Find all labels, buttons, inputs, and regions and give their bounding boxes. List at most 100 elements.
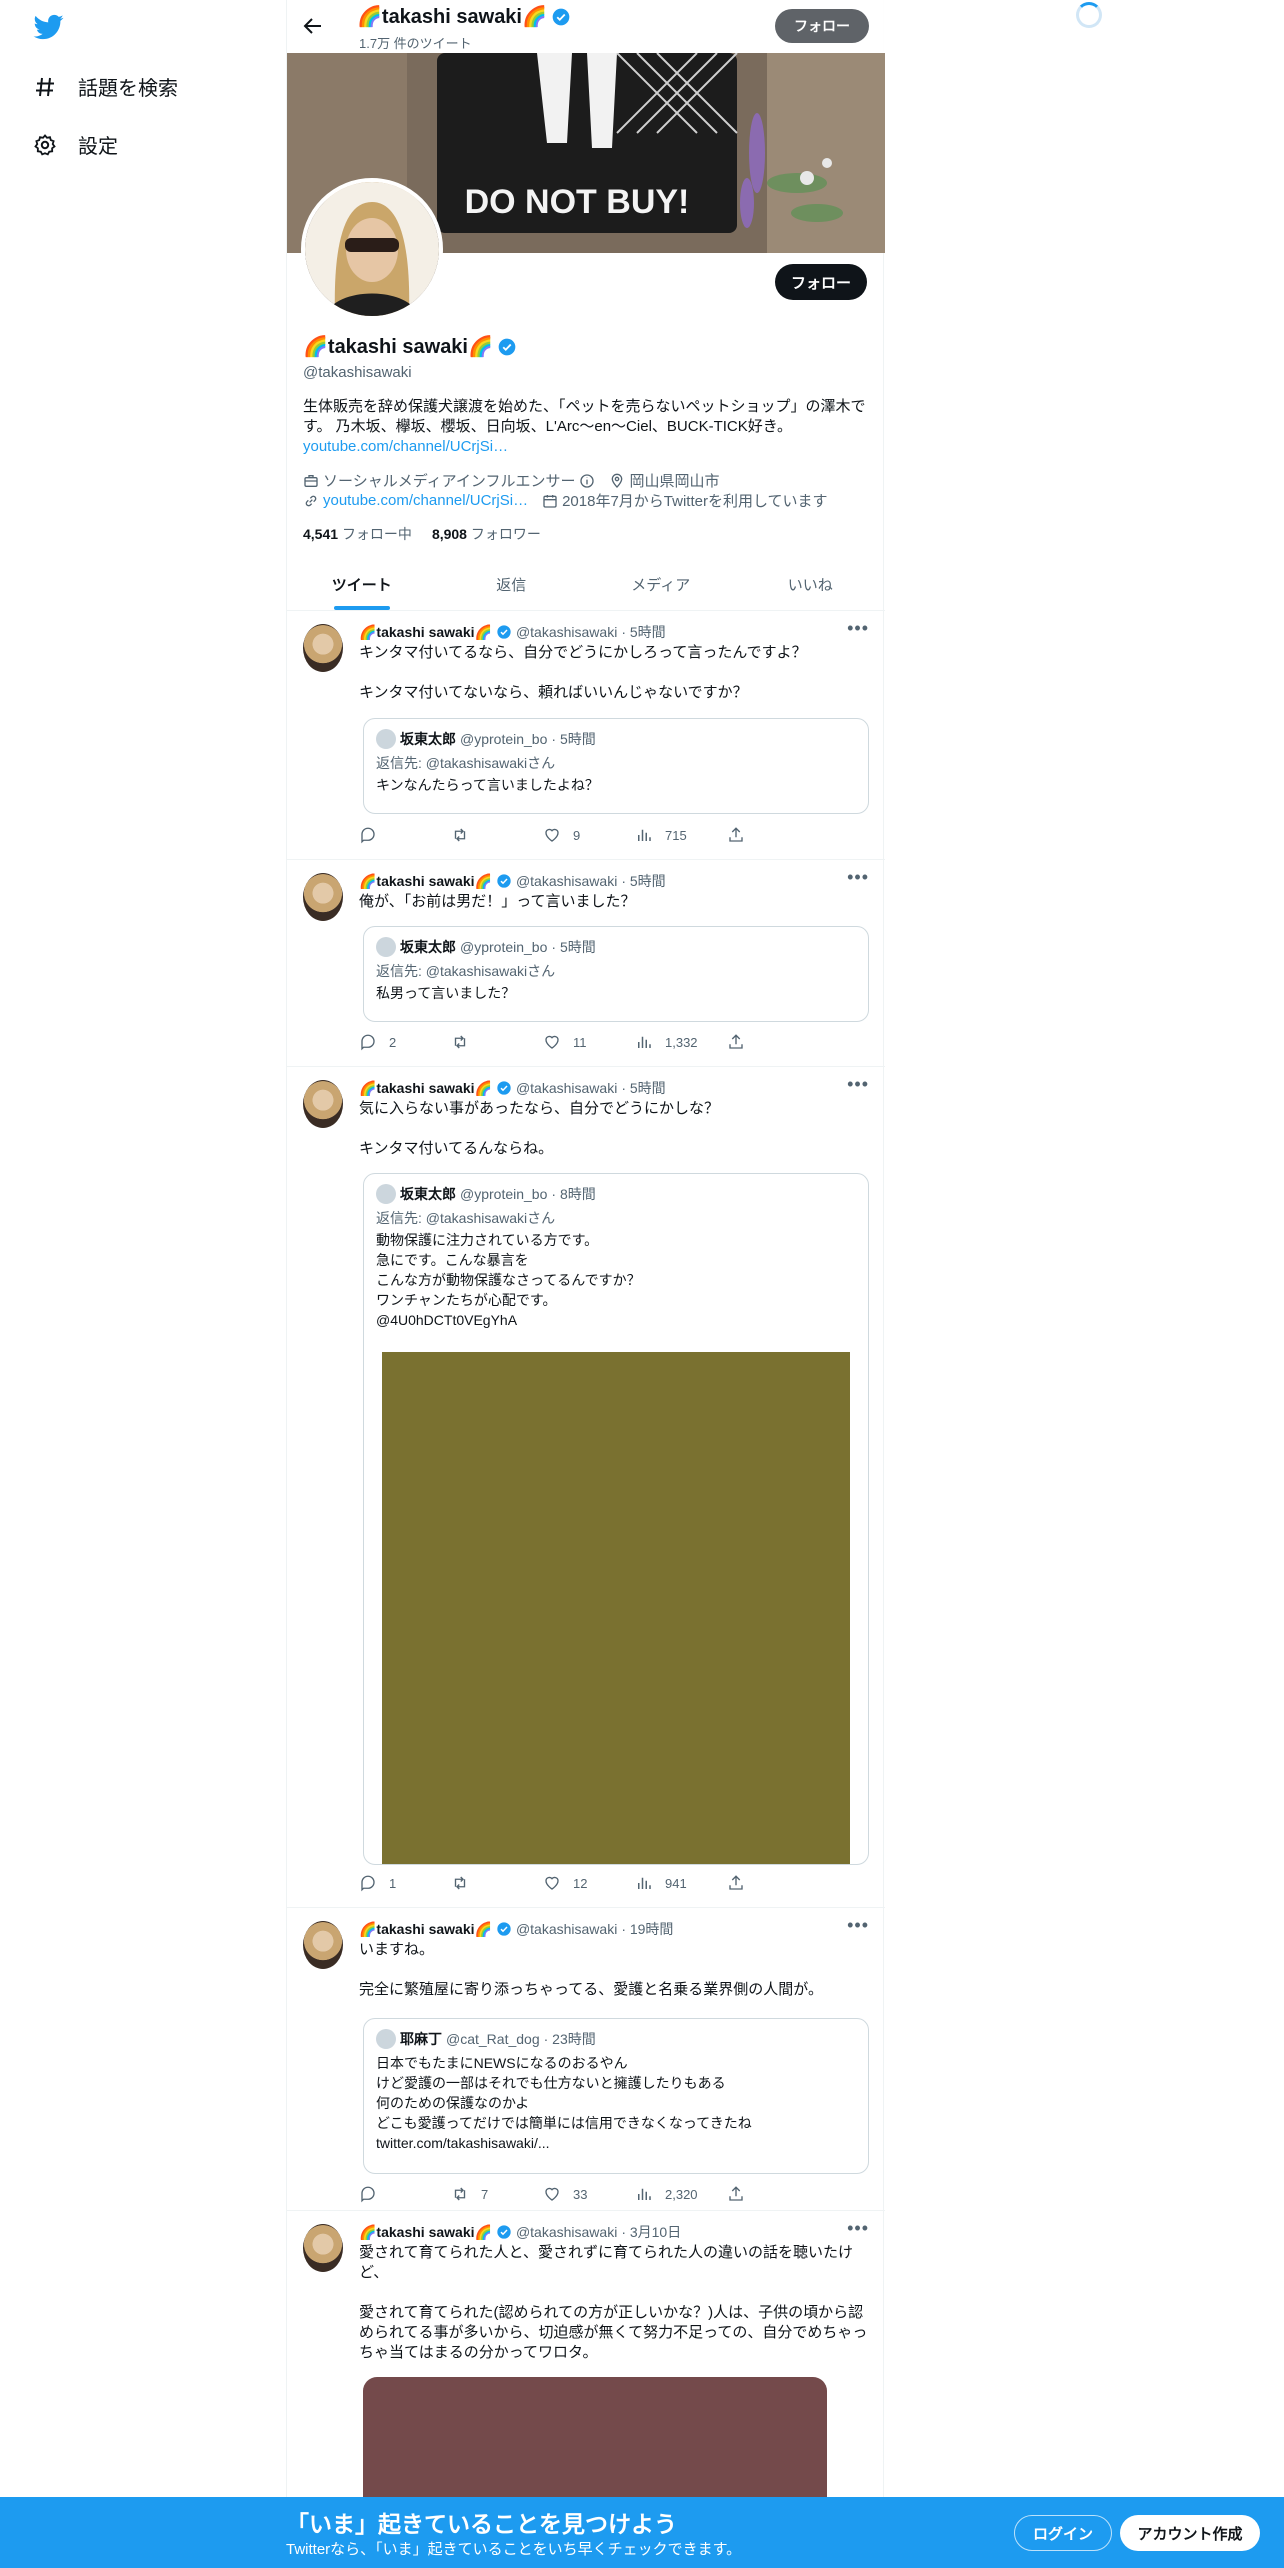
tab-likes[interactable]: いいね <box>736 558 886 610</box>
share-icon <box>729 1875 743 1890</box>
views-button[interactable]: 715 <box>635 826 727 844</box>
more-options-icon[interactable]: ••• <box>847 1074 869 1095</box>
more-options-icon[interactable]: ••• <box>847 618 869 639</box>
tweet-actions: 7 33 2,320 <box>359 2185 779 2203</box>
view-count: 1,332 <box>665 1034 698 1050</box>
view-count: 941 <box>665 1875 687 1891</box>
tweet-text: いますね。 完全に繁殖屋に寄り添っちゃってる、愛護と名乗る業界側の人間が。 <box>359 1941 823 1998</box>
nav-explore[interactable]: 話題を検索 <box>32 72 178 101</box>
twitter-logo-icon[interactable] <box>32 12 66 42</box>
retweet-button[interactable] <box>451 1874 543 1892</box>
following-link[interactable]: 4,541 フォロー中 <box>303 524 412 544</box>
quote-author-name: 坂東太郎 <box>400 731 456 747</box>
follow-button[interactable]: フォロー <box>775 264 867 300</box>
share-button[interactable] <box>727 1033 745 1051</box>
followers-link[interactable]: 8,908 フォロワー <box>432 524 541 544</box>
quote-avatar <box>376 937 396 957</box>
quote-header: 坂東太郎 @yprotein_bo · 5時間 <box>376 729 596 749</box>
banner-sign-text: DO NOT BUY! <box>465 183 690 221</box>
tweet[interactable]: 🌈takashi sawaki🌈 @takashisawaki · 5時間 ••… <box>287 1068 885 1908</box>
tweet-text: 俺が、「お前は男だ！」って言いました？ <box>359 893 636 910</box>
signup-prompt-subtitle: Twitterなら、「いま」起きていることをいち早くチェックできます。 <box>286 2541 742 2558</box>
tweet-author-name[interactable]: 🌈takashi sawaki🌈 <box>359 624 492 641</box>
tweet[interactable]: 🌈takashi sawaki🌈 @takashisawaki · 5時間 ••… <box>287 612 885 860</box>
info-icon[interactable] <box>579 473 595 489</box>
tab-tweets[interactable]: ツイート <box>287 558 437 610</box>
views-button[interactable]: 2,320 <box>635 2185 727 2203</box>
following-count: 4,541 <box>303 526 339 542</box>
tweet-avatar[interactable] <box>303 1921 343 1969</box>
profile-tabs: ツイート 返信 メディア いいね <box>287 558 885 611</box>
location-pin-icon <box>612 473 623 488</box>
reply-button[interactable] <box>359 2185 451 2203</box>
tweet-handle: @takashisawaki <box>515 1080 618 1096</box>
like-button[interactable]: 12 <box>543 1874 635 1892</box>
profile-category-text: ソーシャルメディアインフルエンサー <box>323 473 576 490</box>
tab-replies[interactable]: 返信 <box>437 558 587 610</box>
tweet-time[interactable]: · 5時間 <box>621 871 665 891</box>
tweet-author-name[interactable]: 🌈takashi sawaki🌈 <box>359 873 492 890</box>
nav-settings[interactable]: 設定 <box>32 130 118 159</box>
tweet-header: 🌈takashi sawaki🌈 @takashisawaki · 5時間 <box>359 1078 666 1098</box>
share-button[interactable] <box>727 2185 745 2203</box>
views-button[interactable]: 1,332 <box>635 1033 727 1051</box>
quoted-tweet[interactable]: 坂東太郎 @yprotein_bo · 5時間 返信先: @takashisaw… <box>363 718 869 814</box>
more-options-icon[interactable]: ••• <box>847 2218 869 2239</box>
tweet-time[interactable]: · 5時間 <box>621 622 665 642</box>
like-button[interactable]: 9 <box>543 826 635 844</box>
left-nav: 話題を検索 設定 <box>0 0 286 2568</box>
tweet-time[interactable]: · 5時間 <box>621 1078 665 1098</box>
like-button[interactable]: 11 <box>543 1033 635 1051</box>
quote-handle: @yprotein_bo <box>460 731 548 747</box>
tweet-author-name[interactable]: 🌈takashi sawaki🌈 <box>359 1080 492 1097</box>
quote-header: 坂東太郎 @yprotein_bo · 5時間 <box>376 937 596 957</box>
tweet-avatar[interactable] <box>303 873 343 921</box>
tweet-text: 気に入らない事があったなら、自分でどうにかしな？ キンタマ付いてるんならね。 <box>359 1100 720 1157</box>
more-options-icon[interactable]: ••• <box>847 867 869 888</box>
profile-url[interactable]: youtube.com/channel/UCrjSi… <box>303 490 528 511</box>
quoted-tweet[interactable]: 坂東太郎 @yprotein_bo · 5時間 返信先: @takashisaw… <box>363 926 869 1022</box>
reply-button[interactable] <box>359 826 451 844</box>
tweet-count: 1.7万 件のツイート <box>359 36 472 51</box>
tweet[interactable]: 🌈takashi sawaki🌈 @takashisawaki · 5時間 ••… <box>287 861 885 1067</box>
like-button[interactable]: 33 <box>543 2185 635 2203</box>
profile-bio: 生体販売を辞め保護犬譲渡を始めた、「ペットを売らないペットショップ」の澤木です。… <box>303 397 873 457</box>
reply-button[interactable]: 1 <box>359 1874 451 1892</box>
quote-media-image[interactable] <box>382 1352 850 1864</box>
retweet-button[interactable] <box>451 826 543 844</box>
profile-avatar[interactable] <box>301 178 443 320</box>
bio-link[interactable]: youtube.com/channel/UCrjSi… <box>303 438 508 455</box>
tweet-time[interactable]: · 3月10日 <box>621 2222 681 2242</box>
analytics-icon <box>638 2188 651 2200</box>
tweet-avatar[interactable] <box>303 624 343 672</box>
quoted-tweet[interactable]: 坂東太郎 @yprotein_bo · 8時間 返信先: @takashisaw… <box>363 1173 869 1865</box>
heart-icon <box>545 828 559 842</box>
login-button[interactable]: ログイン <box>1014 2515 1112 2551</box>
profile-url-text[interactable]: youtube.com/channel/UCrjSi… <box>323 492 528 509</box>
tweet-avatar[interactable] <box>303 1080 343 1128</box>
retweet-button[interactable] <box>451 1033 543 1051</box>
tweet[interactable]: 🌈takashi sawaki🌈 @takashisawaki · 19時間 •… <box>287 1909 885 2211</box>
quoted-tweet[interactable]: 耶麻丁 @cat_Rat_dog · 23時間 日本でもたまにNEWSになるのお… <box>363 2018 869 2174</box>
header-follow-button[interactable]: フォロー <box>775 9 869 43</box>
signup-button[interactable]: アカウント作成 <box>1120 2515 1260 2551</box>
tweet-handle: @takashisawaki <box>515 2224 618 2240</box>
loading-spinner-icon <box>1076 2 1102 28</box>
tweet-author-name[interactable]: 🌈takashi sawaki🌈 <box>359 1921 492 1938</box>
retweet-button[interactable]: 7 <box>451 2185 543 2203</box>
views-button[interactable]: 941 <box>635 1874 727 1892</box>
tweet-author-name[interactable]: 🌈takashi sawaki🌈 <box>359 2224 492 2241</box>
tweet-avatar[interactable] <box>303 2224 343 2272</box>
quote-handle: @cat_Rat_dog <box>446 2031 540 2047</box>
more-options-icon[interactable]: ••• <box>847 1915 869 1936</box>
tweet-time[interactable]: · 19時間 <box>621 1919 673 1939</box>
profile-meta-row-1: ソーシャルメディアインフルエンサー 岡山県岡山市 <box>303 470 719 491</box>
retweet-icon <box>454 1876 466 1890</box>
back-arrow-icon[interactable] <box>301 14 325 38</box>
share-icon <box>729 2186 743 2201</box>
tab-media[interactable]: メディア <box>586 558 736 610</box>
share-button[interactable] <box>727 826 745 844</box>
view-count: 715 <box>665 827 687 843</box>
share-button[interactable] <box>727 1874 745 1892</box>
reply-button[interactable]: 2 <box>359 1033 451 1051</box>
